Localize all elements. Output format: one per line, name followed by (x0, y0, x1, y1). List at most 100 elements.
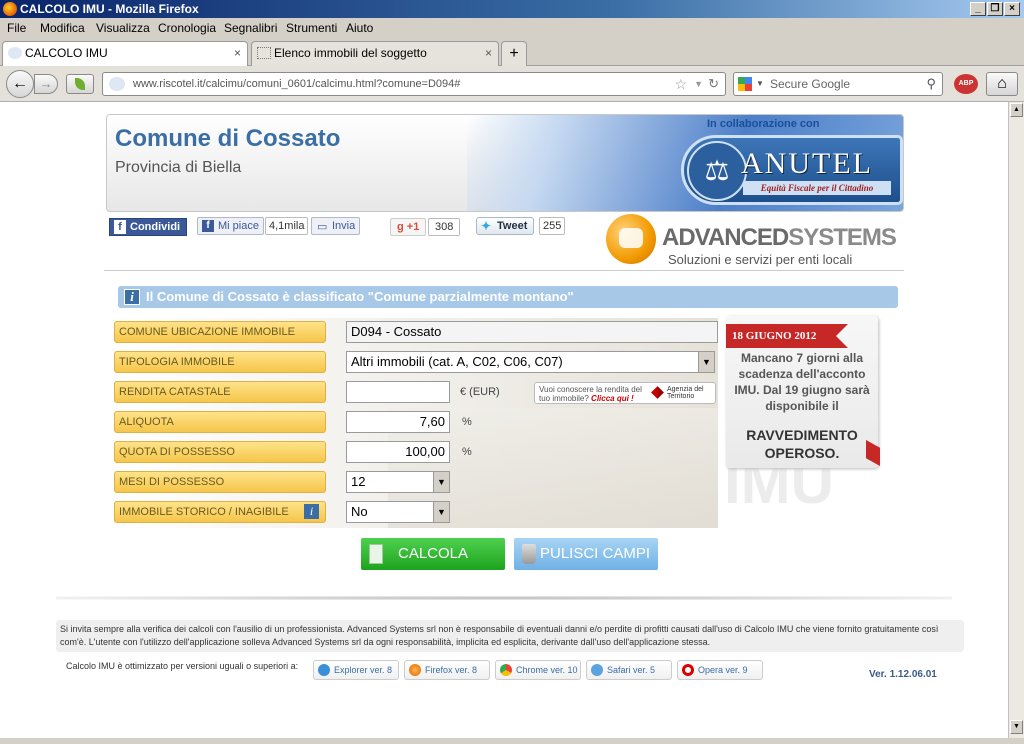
tweet-button[interactable]: ✦ Tweet (476, 217, 535, 235)
logo-word-advanced: ADVANCED (662, 224, 789, 251)
google-plus-button[interactable]: g +1 (390, 218, 427, 236)
storico-select[interactable]: No ▼ (346, 501, 450, 523)
dropdown-arrow-icon[interactable]: ▼ (433, 472, 449, 492)
scroll-down-icon[interactable]: ▼ (1010, 720, 1023, 734)
safari-icon (591, 664, 603, 676)
minimize-button[interactable]: _ (970, 2, 986, 16)
url-text: www.riscotel.it/calcimu/comuni_0601/calc… (133, 78, 461, 90)
menu-segnalibri[interactable]: Segnalibri (224, 21, 277, 35)
close-tab-icon[interactable]: × (485, 42, 492, 65)
url-dropdown-icon[interactable]: ▼ (694, 73, 703, 95)
mesi-selected: 12 (351, 474, 366, 489)
reload-icon[interactable]: ↻ (708, 73, 719, 95)
advanced-systems-name: ADVANCEDSYSTEMS (662, 224, 897, 252)
aliquota-input[interactable]: 7,60 (346, 411, 450, 433)
agenzia-logo-line2: Territorio (667, 393, 695, 400)
menu-cronologia[interactable]: Cronologia (158, 21, 216, 35)
comune-label: COMUNE UBICAZIONE IMMOBILE (114, 321, 326, 343)
comune-field[interactable]: D094 - Cossato (346, 321, 718, 343)
home-button[interactable]: ⌂ (986, 72, 1018, 96)
deadline-promo[interactable]: 18 GIUGNO 2012 Mancano 7 giorni alla sca… (726, 316, 880, 468)
browser-opera[interactable]: Opera ver. 9 (677, 660, 763, 680)
browser-firefox[interactable]: Firefox ver. 8 (404, 660, 490, 680)
tweet-label: Tweet (497, 220, 528, 232)
scroll-up-icon[interactable]: ▲ (1010, 103, 1023, 117)
tab-elenco-immobili[interactable]: Elenco immobili del soggetto × (251, 41, 499, 66)
vertical-scrollbar[interactable]: ▲ ▼ (1008, 102, 1024, 738)
version-label: Ver. 1.12.06.01 (869, 669, 937, 680)
chrome-icon (500, 664, 512, 676)
tab-label: Elenco immobili del soggetto (274, 46, 427, 60)
like-count: 4,1mila (265, 217, 309, 235)
browser-explorer[interactable]: Explorer ver. 8 (313, 660, 399, 680)
agenzia-territorio-link[interactable]: Vuoi conoscere la rendita del tuo immobi… (534, 382, 716, 404)
quota-input[interactable]: 100,00 (346, 441, 450, 463)
pulisci-label: PULISCI CAMPI (539, 545, 651, 562)
facebook-share-button[interactable]: f Condividi (109, 218, 188, 236)
firefox-icon (409, 664, 421, 676)
dropdown-arrow-icon[interactable]: ▼ (433, 502, 449, 522)
like-label: Mi piace (218, 220, 259, 232)
agenzia-territorio-logo: Agenzia del Territorio (651, 386, 711, 401)
calcola-button[interactable]: CALCOLA (361, 538, 505, 570)
bookmark-star-icon[interactable]: ☆ (674, 73, 687, 95)
dropdown-arrow-icon[interactable]: ▼ (698, 352, 714, 372)
search-placeholder: Secure Google (770, 77, 851, 91)
promo-highlight: RAVVEDIMENTO OPEROSO. (746, 427, 858, 461)
logo-word-systems: SYSTEMS (788, 224, 897, 251)
menu-aiuto[interactable]: Aiuto (346, 21, 373, 35)
classification-notice: i Il Comune di Cossato è classificato "C… (118, 286, 898, 308)
url-bar[interactable]: www.riscotel.it/calcimu/comuni_0601/calc… (102, 72, 726, 96)
tab-calcolo-imu[interactable]: CALCOLO IMU × (2, 41, 248, 66)
adblock-icon[interactable]: ABP (954, 74, 978, 94)
info-icon: i (124, 289, 140, 305)
facebook-like-button[interactable]: f Mi piace (197, 217, 264, 235)
tipologia-label: TIPOLOGIA IMMOBILE (114, 351, 326, 373)
rendita-label: RENDITA CATASTALE (114, 381, 326, 403)
date-ribbon: 18 GIUGNO 2012 (726, 324, 848, 348)
back-button[interactable]: ← (6, 70, 34, 98)
browser-label: Explorer ver. 8 (334, 665, 393, 675)
menu-visualizza[interactable]: Visualizza (96, 21, 150, 35)
search-engine-dropdown-icon[interactable]: ▼ (756, 73, 764, 95)
status-bar (0, 738, 1024, 744)
addon-button[interactable] (66, 74, 94, 94)
browser-label: Opera ver. 9 (698, 665, 748, 675)
browser-chrome[interactable]: Chrome ver. 10 (495, 660, 581, 680)
menu-file[interactable]: File (7, 21, 26, 35)
browser-safari[interactable]: Safari ver. 5 (586, 660, 672, 680)
aliquota-label: ALIQUOTA (114, 411, 326, 433)
google-icon (738, 77, 752, 91)
mesi-label: MESI DI POSSESSO (114, 471, 326, 493)
info-icon[interactable]: i (304, 504, 319, 519)
share-label: Condividi (130, 221, 181, 233)
firefox-icon (3, 2, 17, 16)
province-subtitle: Provincia di Biella (115, 159, 242, 176)
menu-modifica[interactable]: Modifica (40, 21, 85, 35)
navigation-bar: ← → www.riscotel.it/calcimu/comuni_0601/… (0, 66, 1024, 102)
scales-icon: ⚖ (687, 141, 747, 201)
trash-icon (522, 544, 536, 564)
new-tab-button[interactable]: + (501, 41, 527, 66)
disclaimer-text: Si invita sempre alla verifica dei calco… (56, 620, 964, 652)
maximize-button[interactable]: ❐ (987, 2, 1003, 16)
rendita-input[interactable] (346, 381, 450, 403)
browser-label: Chrome ver. 10 (516, 665, 578, 675)
pulisci-campi-button[interactable]: PULISCI CAMPI (514, 538, 658, 570)
forward-button[interactable]: → (34, 74, 58, 94)
search-bar[interactable]: ▼ Secure Google ⚲ (733, 72, 943, 96)
agenzia-text-line2: tuo immobile? (539, 394, 589, 403)
storico-label: IMMOBILE STORICO / INAGIBILE i (114, 501, 326, 523)
menu-strumenti[interactable]: Strumenti (286, 21, 337, 35)
mesi-select[interactable]: 12 ▼ (346, 471, 450, 493)
tipologia-select[interactable]: Altri immobili (cat. A, C02, C06, C07) ▼ (346, 351, 715, 373)
tab-label: CALCOLO IMU (25, 46, 108, 60)
close-tab-icon[interactable]: × (234, 42, 241, 65)
agenzia-click-link[interactable]: Clicca qui ! (591, 394, 634, 403)
facebook-send-button[interactable]: ▭ Invia (311, 217, 361, 235)
anutel-logo[interactable]: ⚖ ANUTEL Equità Fiscale per il Cittadino (677, 129, 903, 209)
tweet-count: 255 (539, 217, 566, 235)
search-icon[interactable]: ⚲ (926, 73, 936, 95)
advanced-systems-logo[interactable]: ADVANCEDSYSTEMS Soluzioni e servizi per … (606, 214, 902, 270)
close-window-button[interactable]: × (1004, 2, 1020, 16)
